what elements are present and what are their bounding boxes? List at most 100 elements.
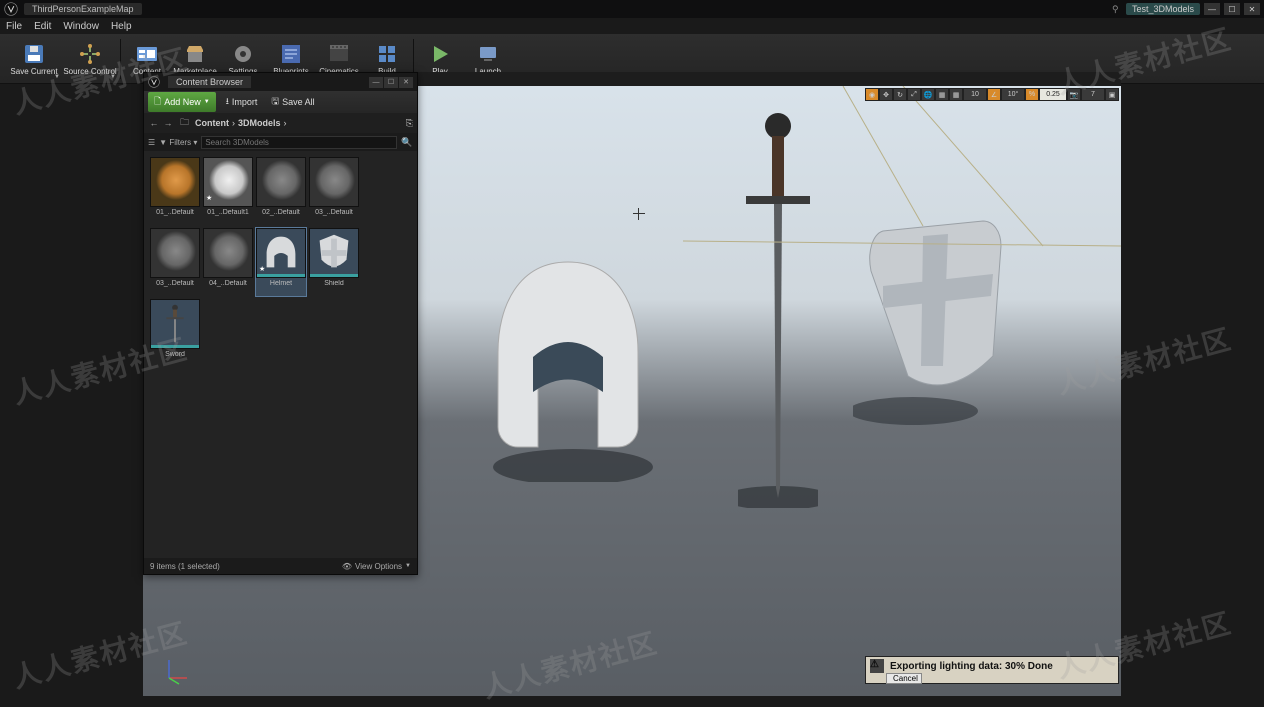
launch-icon: [476, 42, 500, 66]
save-icon: [22, 42, 46, 66]
cb-lock-button[interactable]: ⎘: [406, 118, 413, 129]
asset-thumb: ★: [203, 157, 253, 207]
asset-02default[interactable]: 02_..Default: [256, 157, 306, 225]
asset-label: 02_..Default: [256, 209, 306, 216]
folder-icon: 🗀: [180, 115, 189, 131]
cb-tab[interactable]: Content Browser: [168, 76, 251, 88]
asset-04default[interactable]: 04_..Default: [203, 228, 253, 296]
vp-select-mode[interactable]: ◉: [865, 88, 879, 101]
save-current-button[interactable]: Save Current▼: [6, 36, 62, 82]
save-all-button[interactable]: 🖫Save All: [267, 92, 318, 112]
cb-maximize-button[interactable]: ☐: [384, 77, 398, 88]
play-icon: [428, 42, 452, 66]
cb-actions: 🗋Add New▼ ⭳Import 🖫Save All: [144, 91, 417, 113]
ue4-logo-icon: [4, 2, 18, 16]
asset-label: Shield: [309, 280, 359, 287]
cb-back-button[interactable]: ←: [148, 117, 160, 129]
vp-camera-speed[interactable]: 📷: [1067, 88, 1081, 101]
blueprints-icon: [279, 42, 303, 66]
ue4-logo-icon: [148, 76, 160, 88]
asset-03default[interactable]: 03_..Default: [309, 157, 359, 225]
viewport-crosshair: [633, 208, 645, 220]
vp-translate-mode[interactable]: ✥: [879, 88, 893, 101]
content-browser: Content Browser — ☐ ✕ 🗋Add New▼ ⭳Import …: [143, 72, 418, 575]
search-icon[interactable]: ⚲: [1112, 4, 1124, 15]
vp-scale-mode[interactable]: ⤢: [907, 88, 921, 101]
vp-grid-snap-value[interactable]: 10: [963, 88, 987, 101]
menu-file[interactable]: File: [6, 21, 22, 32]
viewport-toolbar: ◉ ✥ ↻ ⤢ 🌐 ▦ ▦ 10 ∠ 10° % 0.25 📷 7 ▣: [865, 88, 1119, 101]
maximize-button[interactable]: ☐: [1224, 3, 1240, 15]
asset-03default[interactable]: 03_..Default: [150, 228, 200, 296]
breadcrumb-root[interactable]: Content: [195, 118, 229, 128]
asset-thumb: ★: [256, 228, 306, 278]
asset-thumb: [203, 228, 253, 278]
vp-rotate-mode[interactable]: ↻: [893, 88, 907, 101]
asset-sword[interactable]: Sword: [150, 299, 200, 367]
cb-item-count: 9 items (1 selected): [150, 562, 220, 571]
vp-camera-speed-value[interactable]: 7: [1081, 88, 1105, 101]
asset-label: 03_..Default: [150, 280, 200, 287]
asset-label: 01_..Default: [150, 209, 200, 216]
cinematics-icon: [327, 42, 351, 66]
import-icon: ⭳: [226, 94, 229, 110]
menu-window[interactable]: Window: [63, 21, 99, 32]
menubar: File Edit Window Help: [0, 18, 1264, 34]
asset-thumb: [150, 228, 200, 278]
level-tab[interactable]: ThirdPersonExampleMap: [24, 3, 142, 15]
chevron-down-icon: ▼: [204, 99, 210, 105]
asset-helmet[interactable]: ★ Helmet: [256, 228, 306, 296]
exporting-message: Exporting lighting data: 30% Done: [890, 661, 1053, 672]
cb-filterbar: ☰ ▼ Filters ▾ 🔍: [144, 133, 417, 151]
asset-thumb: [256, 157, 306, 207]
source-control-button[interactable]: Source Control▼: [62, 36, 118, 82]
vp-grid-snap[interactable]: ▦: [949, 88, 963, 101]
project-name: Test_3DModels: [1126, 3, 1200, 15]
asset-thumb: [150, 299, 200, 349]
vp-maximize[interactable]: ▣: [1105, 88, 1119, 101]
cb-asset-grid[interactable]: 01_..Default★01_..Default102_..Default03…: [144, 151, 417, 373]
menu-help[interactable]: Help: [111, 21, 132, 32]
plus-icon: 🗋: [154, 94, 161, 110]
asset-01default[interactable]: 01_..Default: [150, 157, 200, 225]
gear-icon: [231, 42, 255, 66]
cb-filters-button[interactable]: ▼ Filters ▾: [159, 138, 197, 147]
cb-minimize-button[interactable]: —: [369, 77, 383, 88]
vp-coord-toggle[interactable]: 🌐: [921, 88, 935, 101]
asset-01default1[interactable]: ★ 01_..Default1: [203, 157, 253, 225]
vp-angle-snap-value[interactable]: 10°: [1001, 88, 1025, 101]
vp-surface-snap[interactable]: ▦: [935, 88, 949, 101]
source-control-icon: [78, 42, 102, 66]
marketplace-icon: [183, 42, 207, 66]
cb-view-options[interactable]: 👁View Options▼: [342, 562, 411, 571]
warning-icon: ⚠: [870, 659, 884, 673]
menu-edit[interactable]: Edit: [34, 21, 51, 32]
asset-label: 01_..Default1: [203, 209, 253, 216]
search-icon[interactable]: 🔍: [401, 137, 413, 148]
add-new-button[interactable]: 🗋Add New▼: [148, 92, 216, 112]
cb-statusbar: 9 items (1 selected) 👁View Options▼: [144, 558, 417, 574]
vp-scale-snap[interactable]: %: [1025, 88, 1039, 101]
breadcrumb-folder[interactable]: 3DModels: [238, 118, 281, 128]
asset-label: 04_..Default: [203, 280, 253, 287]
vp-scale-snap-value[interactable]: 0.25: [1039, 88, 1067, 101]
import-button[interactable]: ⭳Import: [222, 92, 262, 112]
cb-pathbar: ← → 🗀 Content›3DModels› ⎘: [144, 113, 417, 133]
vp-angle-snap[interactable]: ∠: [987, 88, 1001, 101]
axis-gizmo: [161, 656, 191, 686]
close-button[interactable]: ✕: [1244, 3, 1260, 15]
cb-search-input[interactable]: [201, 136, 397, 149]
content-icon: [135, 42, 159, 66]
exporting-cancel-button[interactable]: Cancel: [886, 673, 922, 684]
asset-shield[interactable]: Shield: [309, 228, 359, 296]
asset-label: Helmet: [256, 280, 306, 287]
workspace: Viewport 1: [143, 72, 1121, 696]
minimize-button[interactable]: —: [1204, 3, 1220, 15]
cb-sources-toggle[interactable]: ☰: [148, 138, 155, 147]
asset-thumb: [309, 228, 359, 278]
asset-thumb: [150, 157, 200, 207]
cb-titlebar[interactable]: Content Browser — ☐ ✕: [144, 73, 417, 91]
asset-label: 03_..Default: [309, 209, 359, 216]
cb-close-button[interactable]: ✕: [399, 77, 413, 88]
cb-forward-button[interactable]: →: [162, 117, 174, 129]
